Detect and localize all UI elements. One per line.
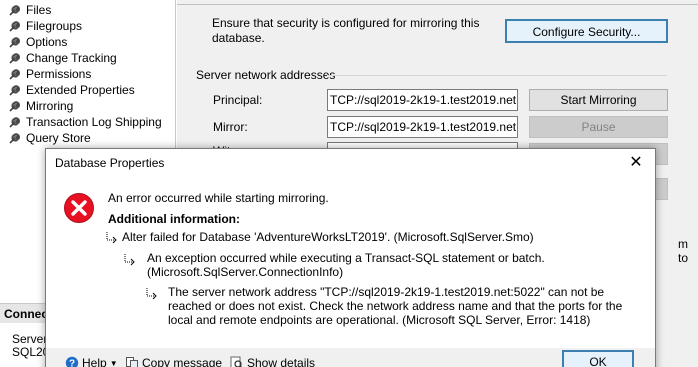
security-instructions: Ensure that security is configured for m…: [212, 16, 480, 45]
nav-item-mirroring[interactable]: Mirroring: [8, 98, 73, 114]
nav-item-label: Options: [26, 35, 68, 49]
connection-server-label: Server: [12, 332, 48, 346]
wrench-icon: [8, 4, 21, 17]
wrench-icon: [8, 116, 21, 129]
server-network-addresses-label: Server network addresses: [196, 68, 336, 82]
wrench-icon: [8, 132, 21, 145]
help-button[interactable]: ? Help ▼: [65, 356, 118, 367]
divider: [327, 75, 667, 76]
nav-item-label: Mirroring: [26, 99, 74, 113]
error-message: An error occurred while starting mirrori…: [108, 191, 329, 205]
nav-item-extended-properties[interactable]: Extended Properties: [8, 82, 135, 98]
tree-arrow-icon: [144, 286, 158, 300]
chevron-down-icon: ▼: [109, 358, 118, 367]
svg-text:?: ?: [69, 359, 75, 367]
pause-button[interactable]: Pause: [529, 116, 668, 138]
nav-item-filegroups[interactable]: Filegroups: [8, 18, 82, 34]
wrench-icon: [8, 84, 21, 97]
wrench-icon: [8, 100, 21, 113]
divider: [177, 4, 698, 5]
dialog-titlebar[interactable]: Database Properties ✕: [46, 149, 655, 178]
error-icon: [64, 193, 94, 223]
connection-server-value: SQL20: [12, 345, 50, 359]
close-button[interactable]: ✕: [627, 154, 645, 172]
show-details-label: Show details: [247, 356, 316, 367]
nav-item-query-store[interactable]: Query Store: [8, 130, 91, 146]
help-label: Help: [82, 356, 107, 367]
tree-arrow-icon: [122, 252, 136, 266]
error-detail-connectioninfo: An exception occurred while executing a …: [147, 251, 545, 279]
nav-item-label: Permissions: [26, 67, 92, 81]
magnifier-icon: [230, 356, 243, 367]
tree-arrow-icon: [104, 230, 118, 244]
nav-item-files[interactable]: Files: [8, 2, 51, 18]
nav-item-change-tracking[interactable]: Change Tracking: [8, 50, 117, 66]
wrench-icon: [8, 36, 21, 49]
nav-item-label: Filegroups: [26, 19, 83, 33]
dialog-body: An error occurred while starting mirrori…: [46, 178, 655, 348]
wrench-icon: [8, 20, 21, 33]
dialog-footer: ? Help ▼ Copy message Show details OK: [46, 348, 655, 367]
truncated-text: m to: [678, 237, 689, 265]
error-detail-smo: Alter failed for Database 'AdventureWork…: [122, 230, 534, 244]
dialog-title: Database Properties: [55, 156, 165, 170]
error-detail-sql-server: The server network address "TCP://sql201…: [168, 285, 623, 327]
nav-item-label: Change Tracking: [26, 51, 117, 65]
show-details-button[interactable]: Show details: [230, 356, 315, 367]
mirror-label: Mirror:: [213, 120, 248, 134]
wrench-icon: [8, 68, 21, 81]
mirror-address-field[interactable]: TCP://sql2019-2k19-1.test2019.net:50: [327, 116, 518, 138]
principal-label: Principal:: [213, 93, 263, 107]
nav-item-options[interactable]: Options: [8, 34, 67, 50]
nav-item-label: Query Store: [26, 131, 91, 145]
nav-item-transaction-log-shipping[interactable]: Transaction Log Shipping: [8, 114, 162, 130]
additional-information-heading: Additional information:: [108, 212, 240, 226]
nav-item-permissions[interactable]: Permissions: [8, 66, 91, 82]
error-dialog: Database Properties ✕ An error occurred …: [45, 148, 656, 367]
principal-address-field[interactable]: TCP://sql2019-2k19-1.test2019.net:50: [327, 89, 518, 111]
nav-item-label: Transaction Log Shipping: [26, 115, 162, 129]
configure-security-button[interactable]: Configure Security...: [505, 19, 668, 43]
copy-message-label: Copy message: [142, 356, 223, 367]
help-icon: ?: [65, 356, 79, 367]
copy-message-button[interactable]: Copy message: [125, 356, 222, 367]
nav-item-label: Extended Properties: [26, 83, 135, 97]
ok-button[interactable]: OK: [562, 350, 634, 367]
nav-item-label: Files: [26, 3, 52, 17]
wrench-icon: [8, 52, 21, 65]
connection-header-label: Connec: [4, 307, 49, 321]
copy-icon: [126, 357, 138, 367]
start-mirroring-button[interactable]: Start Mirroring: [529, 89, 668, 111]
